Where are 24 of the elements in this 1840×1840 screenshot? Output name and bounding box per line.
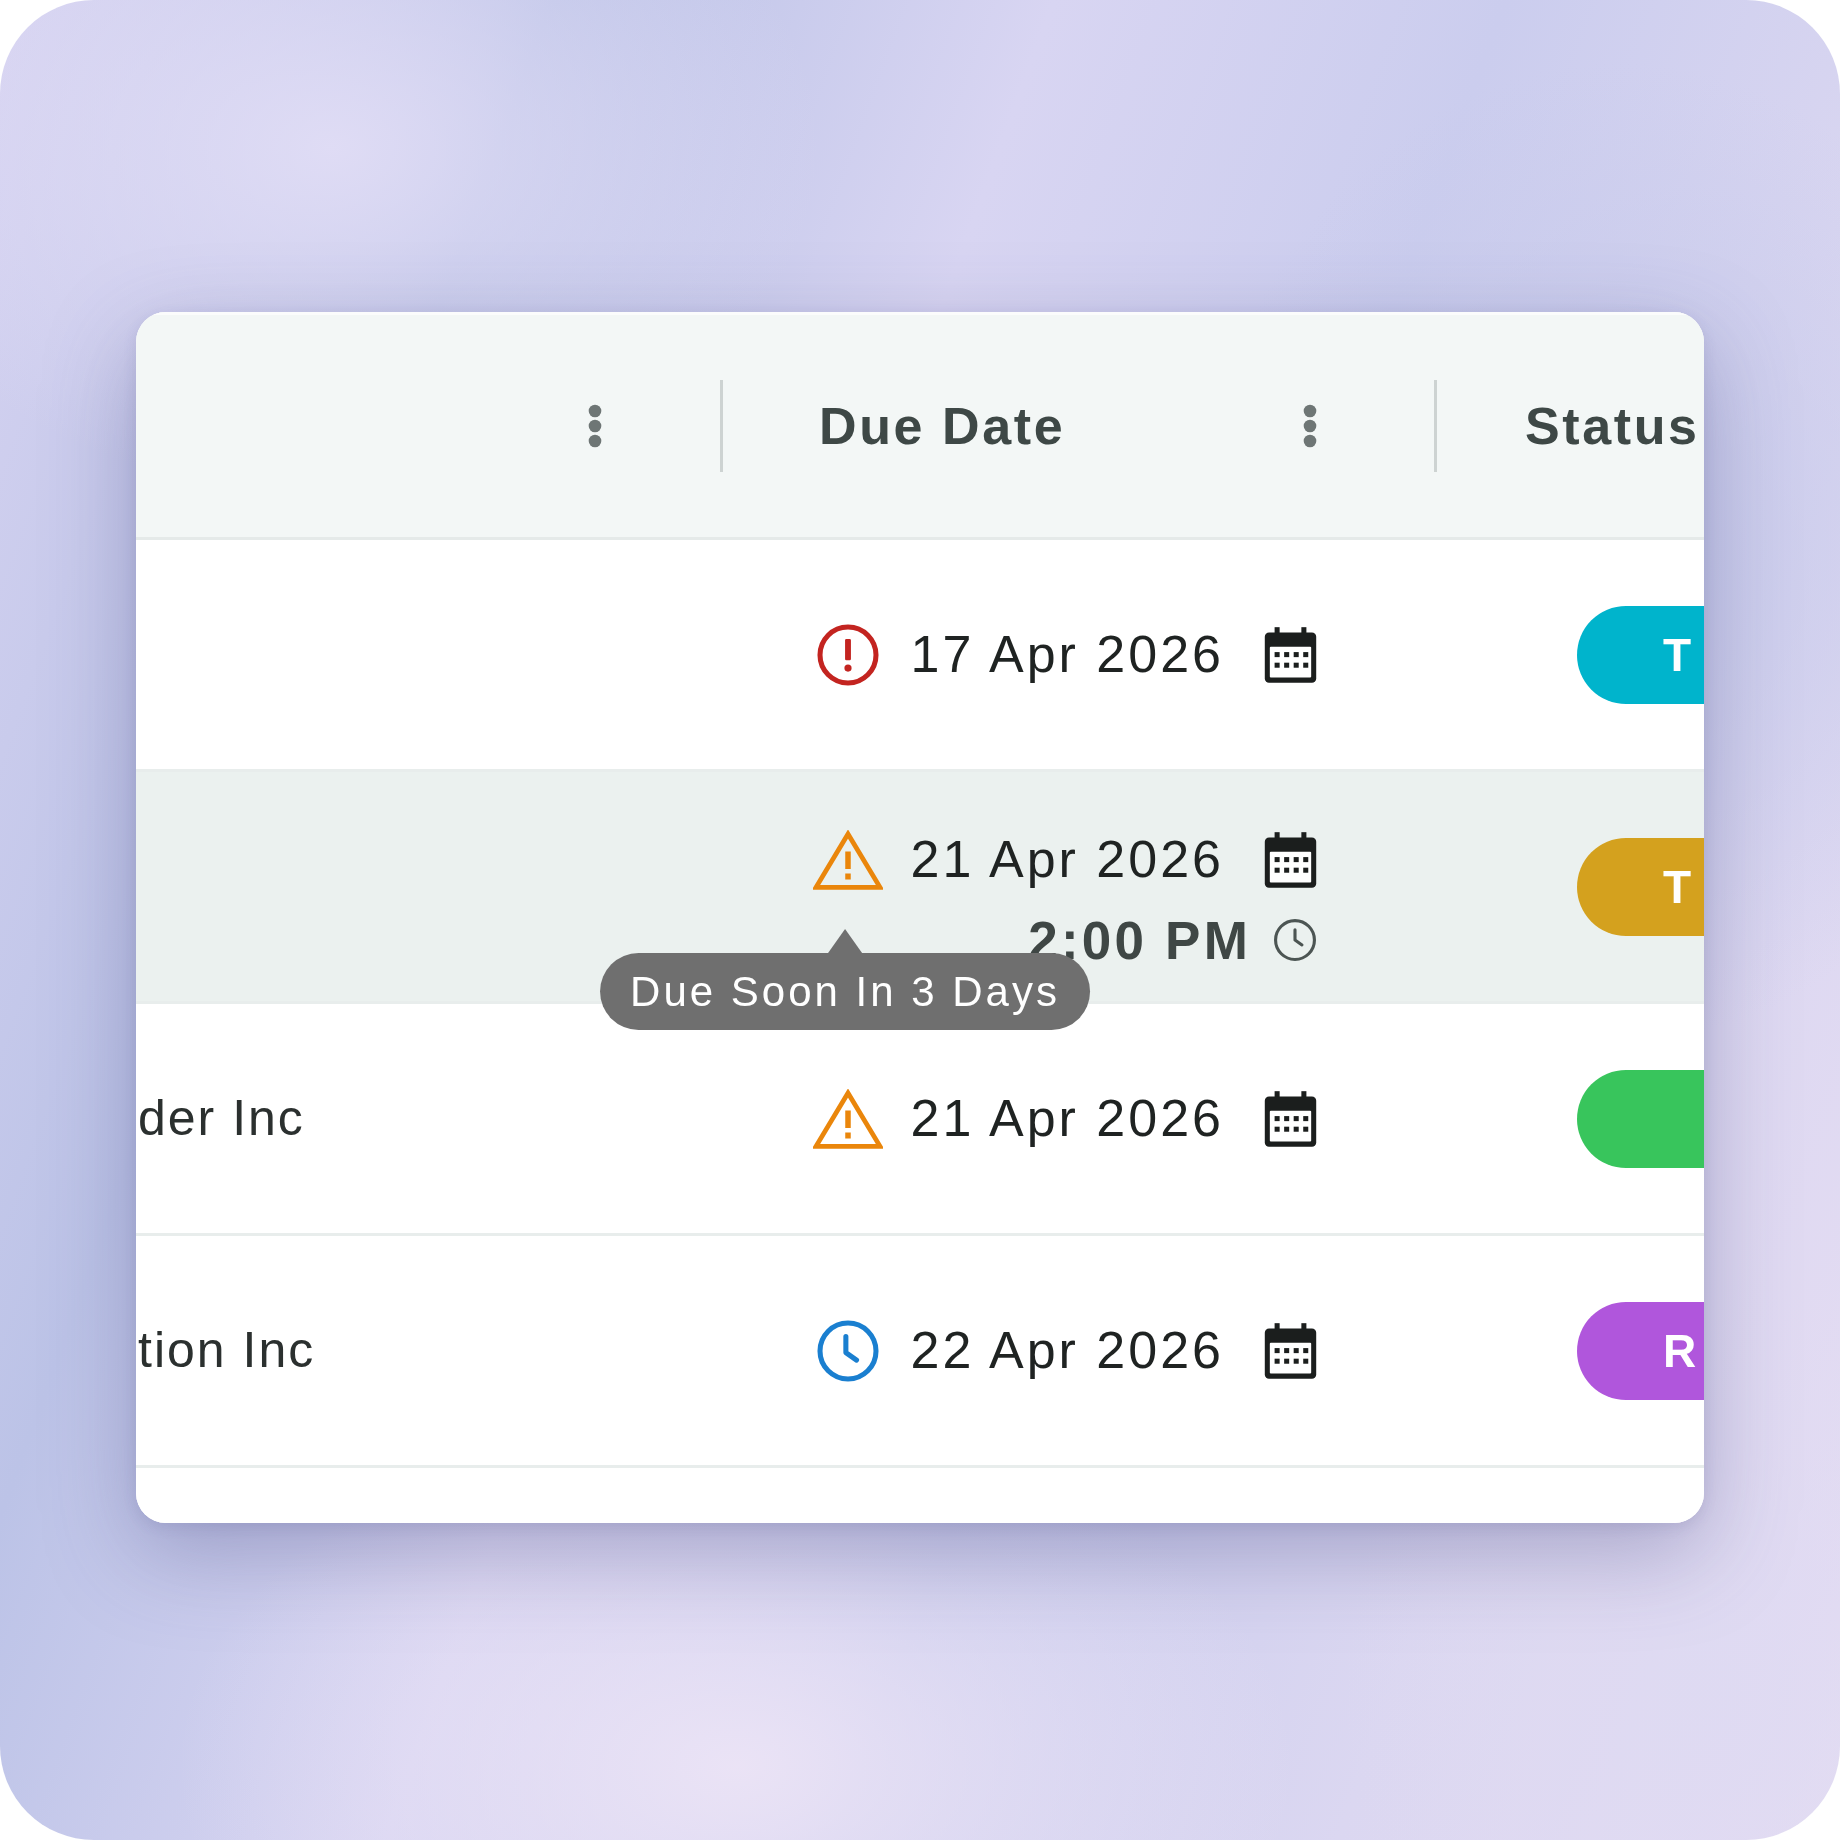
clock-icon bbox=[815, 1318, 880, 1383]
due-date: 21 Apr 2026 bbox=[910, 831, 1224, 889]
company-name: der Inc bbox=[138, 1089, 305, 1148]
due-date: 17 Apr 2026 bbox=[910, 625, 1224, 684]
warning-icon bbox=[812, 829, 883, 890]
column-header[interactable]: Status bbox=[1525, 400, 1700, 452]
calendar-icon[interactable] bbox=[1264, 626, 1317, 683]
table-row[interactable]: 17 Apr 2026 T bbox=[136, 540, 1704, 772]
table-row[interactable]: tion Inc 22 Apr 2026 R bbox=[136, 1236, 1704, 1468]
due-date: 21 Apr 2026 bbox=[910, 1089, 1224, 1148]
calendar-icon[interactable] bbox=[1264, 1322, 1317, 1379]
warning-icon bbox=[812, 1088, 883, 1149]
status-badge: T bbox=[1577, 605, 1704, 704]
alert-circle-icon bbox=[815, 622, 880, 687]
status-badge: R bbox=[1577, 1301, 1704, 1400]
company-name: tion Inc bbox=[138, 1321, 316, 1380]
calendar-icon[interactable] bbox=[1264, 1090, 1317, 1147]
kebab-menu-icon[interactable] bbox=[1303, 404, 1317, 448]
status-badge: T bbox=[1577, 837, 1704, 936]
calendar-icon[interactable] bbox=[1264, 831, 1317, 888]
due-date: 22 Apr 2026 bbox=[910, 1321, 1224, 1380]
column-header[interactable]: Due Date bbox=[819, 400, 1066, 452]
kebab-menu-icon[interactable] bbox=[588, 404, 602, 448]
clock-icon bbox=[1273, 918, 1317, 963]
